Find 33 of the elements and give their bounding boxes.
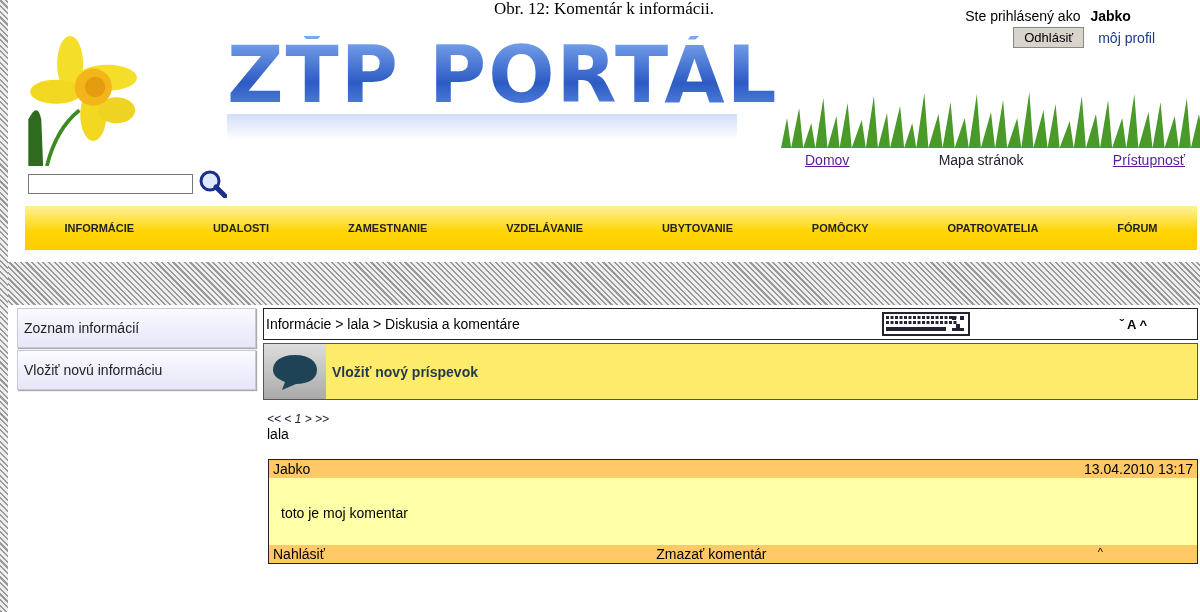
- figure-caption: Obr. 12: Komentár k informácii.: [494, 0, 714, 18]
- nav-tab[interactable]: UBYTOVANIE: [661, 222, 733, 234]
- comment-text: toto je moj komentar: [281, 505, 408, 521]
- speech-bubble-icon[interactable]: [272, 352, 318, 391]
- new-post-link[interactable]: Vložiť nový príspevok: [332, 363, 478, 380]
- search-icon[interactable]: [199, 170, 227, 198]
- comment-author: Jabko: [273, 461, 311, 477]
- header-link[interactable]: Mapa stránok: [938, 152, 1024, 168]
- nav-tab[interactable]: UDALOSTI: [212, 222, 270, 234]
- header-link[interactable]: Prístupnosť: [1112, 152, 1185, 168]
- nav-tab[interactable]: VZDELÁVANIE: [506, 222, 584, 234]
- scroll-up-link[interactable]: ^: [1097, 546, 1103, 562]
- header-link[interactable]: Domov: [805, 152, 850, 168]
- nav-tab[interactable]: ZAMESTNANIE: [347, 222, 428, 234]
- topic-title: lala: [267, 426, 290, 442]
- username: Jabko: [1090, 8, 1131, 24]
- login-status-label: Ste prihlásený ako: [965, 8, 1081, 24]
- logout-button[interactable]: Odhlásiť: [1013, 27, 1085, 48]
- report-link[interactable]: Nahlásiť: [273, 546, 325, 562]
- nav-tab[interactable]: INFORMÁCIE: [64, 222, 135, 234]
- keyboard-icon[interactable]: [881, 312, 970, 336]
- nav-tab[interactable]: FÓRUM: [1117, 222, 1158, 234]
- comment-date: 13.04.2010 13:17: [1084, 461, 1193, 477]
- text-size-controls[interactable]: ˇ A ^: [1119, 316, 1147, 332]
- pagination[interactable]: << < 1 > >>: [267, 412, 1198, 426]
- breadcrumb: Informácie > lala > Diskusia a komentáre: [266, 316, 520, 332]
- nav-tab[interactable]: OPATROVATELIA: [947, 222, 1039, 234]
- sidebar-item[interactable]: Vložiť novú informáciu: [17, 350, 256, 390]
- sidebar-item[interactable]: Zoznam informácií: [17, 308, 256, 348]
- search-field[interactable]: [28, 174, 193, 194]
- nav-tab[interactable]: POMÔCKY: [811, 222, 869, 234]
- profile-link[interactable]: môj profil: [1098, 29, 1155, 46]
- delete-comment-link[interactable]: Zmazať komentár: [656, 546, 767, 562]
